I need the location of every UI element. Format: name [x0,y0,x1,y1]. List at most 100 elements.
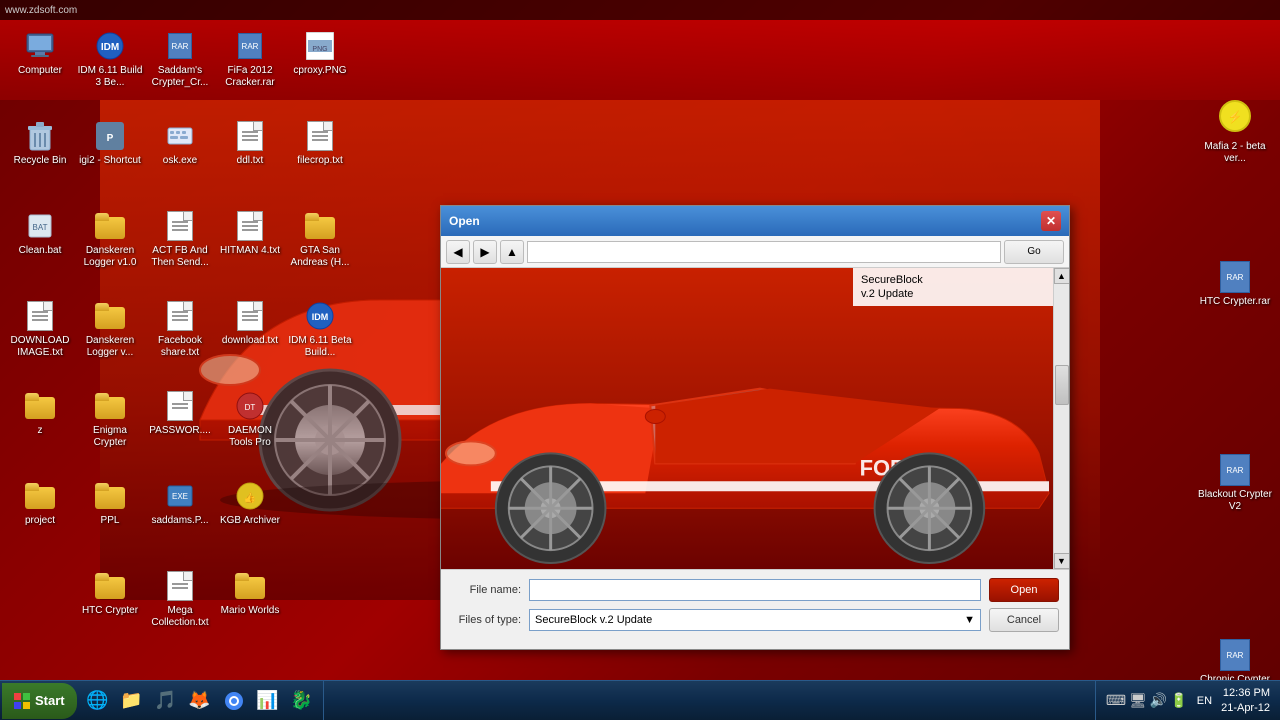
dialog-scrollbar[interactable]: ▲ ▼ [1053,268,1069,569]
desktop-icon-label: Danskeren Logger v... [75,334,145,360]
exe-icon: EXE [164,480,196,512]
desktop-icon-recycle-bin[interactable]: Recycle Bin [5,120,75,168]
png-icon: PNG [304,30,336,62]
scrollbar-track[interactable] [1054,284,1070,553]
filetype-label: Files of type: [451,614,521,626]
desktop-icon-hitman[interactable]: HITMAN 4.txt [215,210,285,258]
filetype-dropdown[interactable]: SecureBlock v.2 Update ▼ [529,609,981,631]
desktop-icon-daemon[interactable]: DT DAEMON Tools Pro [215,390,285,450]
kgb-icon: 👍 [234,480,266,512]
dialog-path-input[interactable] [527,241,1001,263]
scroll-down-button[interactable]: ▼ [1054,553,1070,569]
tray-network-icon[interactable]: 🖥 [1129,692,1147,709]
watermark-text: www.zdsoft.com [5,5,77,16]
tray-keyboard-icon[interactable]: ⌨ [1106,692,1126,709]
dialog-content: FORD GT [441,268,1069,569]
desktop-icon-label: DAEMON Tools Pro [215,424,285,450]
desktop-icon-fifa[interactable]: RAR FiFa 2012 Cracker.rar [215,30,285,90]
desktop-icon-mario[interactable]: Mario Worlds [215,570,285,618]
svg-text:PNG: PNG [312,46,327,53]
desktop-icon-enigma[interactable]: Enigma Crypter [75,390,145,450]
dialog-file-area[interactable]: FORD GT [441,268,1053,569]
dialog-close-button[interactable]: ✕ [1041,211,1061,231]
desktop-icon-saddams-p[interactable]: EXE saddams.P... [145,480,215,528]
filename-input[interactable] [529,579,981,601]
dialog-list-item-update[interactable]: v.2 Update [858,287,1048,301]
desktop-icon-project[interactable]: project [5,480,75,528]
folder-icon [94,210,126,242]
tray-battery-icon[interactable]: 🔋 [1170,692,1187,709]
desktop-icon-danskeren1[interactable]: Danskeren Logger v1.0 [75,210,145,270]
right-desktop-icons: ⚡ Mafia 2 - beta ver... RAR HTC Crypter.… [1200,80,1280,509]
nav-forward-button[interactable]: ▶ [473,240,497,264]
desktop-icon-kgb[interactable]: 👍 KGB Archiver [215,480,285,528]
desktop-icon-blackout[interactable]: RAR Blackout Crypter V2 [1195,454,1275,514]
desktop-icon-computer[interactable]: Computer [5,30,75,78]
scroll-up-button[interactable]: ▲ [1054,268,1070,284]
dialog-go-button[interactable]: Go [1004,240,1064,264]
tray-volume-icon[interactable]: 🔊 [1150,692,1167,709]
desktop-icon-label: Mega Collection.txt [145,604,215,630]
filename-label: File name: [451,584,521,596]
desktop-icon-filecrop[interactable]: filecrop.txt [285,120,355,168]
desktop-icon-ddl[interactable]: ddl.txt [215,120,285,168]
dialog-car-image: FORD GT [441,268,1053,569]
desktop-icon-z[interactable]: z [5,390,75,438]
folder4-icon [24,390,56,422]
desktop-icon-cleanbat[interactable]: BAT Clean.bat [5,210,75,258]
desktop-icon-label: KGB Archiver [218,514,282,528]
language-indicator[interactable]: EN [1193,693,1216,709]
taskbar-media-icon[interactable]: 🎵 [150,685,182,717]
blackout-icon: RAR [1220,454,1250,486]
desktop-icon-label: HITMAN 4.txt [218,244,282,258]
open-button[interactable]: Open [989,578,1059,602]
desktop-icon-osk[interactable]: osk.exe [145,120,215,168]
desktop-icon-cproxy[interactable]: PNG cproxy.PNG [285,30,355,78]
taskbar-chrome-icon[interactable] [218,685,250,717]
folder8-icon [94,570,126,602]
desktop-icon-mafia2[interactable]: ⚡ Mafia 2 - beta ver... [1195,100,1275,166]
desktop-icon-facebook-share[interactable]: Facebook share.txt [145,300,215,360]
filetype-row: Files of type: SecureBlock v.2 Update ▼ … [451,608,1059,632]
taskbar-ie-icon[interactable]: 🌐 [82,685,114,717]
desktop-icon-label: cproxy.PNG [291,64,348,78]
taskbar-app6-icon[interactable]: 🐉 [286,685,318,717]
nav-back-button[interactable]: ◀ [446,240,470,264]
desktop-icon-label: Clean.bat [17,244,64,258]
desktop-icon-mega[interactable]: Mega Collection.txt [145,570,215,630]
dialog-list-item-secureblock[interactable]: SecureBlock [858,273,1048,287]
desktop-icon-gta[interactable]: GTA San Andreas (H... [285,210,355,270]
taskbar-firefox-icon[interactable]: 🦊 [184,685,216,717]
nav-up-button[interactable]: ▲ [500,240,524,264]
svg-text:DT: DT [245,403,256,412]
cancel-button[interactable]: Cancel [989,608,1059,632]
desktop-icon-label: ACT FB And Then Send... [145,244,215,270]
folder6-icon [24,480,56,512]
desktop-icon-igi2[interactable]: P igi2 - Shortcut [75,120,145,168]
taskbar-app5-icon[interactable]: 📊 [252,685,284,717]
desktop-icon-act-fb[interactable]: ACT FB And Then Send... [145,210,215,270]
desktop-icon-label: Mario Worlds [219,604,282,618]
dialog-file-list: SecureBlock v.2 Update [853,268,1053,306]
scrollbar-thumb[interactable] [1055,365,1069,405]
start-button[interactable]: Start [2,683,77,719]
desktop-icon-idm-beta[interactable]: IDM IDM 6.11 Beta Build... [285,300,355,360]
desktop-icon-label: ddl.txt [235,154,266,168]
desktop-icon-ppl[interactable]: PPL [75,480,145,528]
desktop-icon-danskeren2[interactable]: Danskeren Logger v... [75,300,145,360]
dialog-titlebar[interactable]: Open ✕ [441,206,1069,236]
taskbar-folder-icon[interactable]: 📁 [116,685,148,717]
desktop-icon-password[interactable]: PASSWOR.... [145,390,215,438]
desktop-icon-htc-folder[interactable]: HTC Crypter [75,570,145,618]
desktop-icon-idm-build[interactable]: IDM IDM 6.11 Build 3 Be... [75,30,145,90]
system-clock: 12:36 PM 21-Apr-12 [1221,686,1270,715]
desktop-icon-download-image[interactable]: DOWNLOAD IMAGE.txt [5,300,75,360]
folder5-icon [94,390,126,422]
svg-text:IDM: IDM [101,42,119,53]
dialog-background: FORD GT [441,268,1053,569]
desktop-icon-crypter-cr[interactable]: RAR Saddam's Crypter_Cr... [145,30,215,90]
idm-icon: IDM [94,30,126,62]
desktop-icon-label: Recycle Bin [12,154,69,168]
desktop-icon-download-txt[interactable]: download.txt [215,300,285,348]
desktop-icon-htc-crypter[interactable]: RAR HTC Crypter.rar [1195,261,1275,309]
